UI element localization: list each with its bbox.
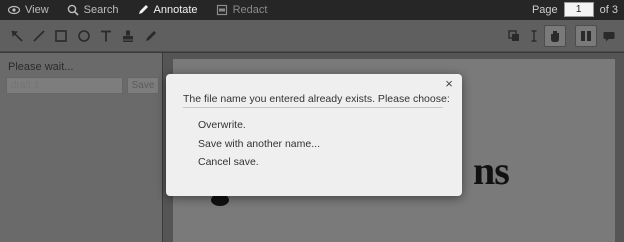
menu-search-label: Search (83, 4, 119, 16)
annotation-toolbar (0, 20, 624, 52)
overwrite-option[interactable]: Overwrite. (198, 119, 246, 131)
menu-annotate[interactable]: Annotate (137, 4, 198, 16)
app-window: View Search Annotate Redact Page of 3 (0, 0, 624, 242)
pencil-icon (138, 5, 148, 14)
line-icon[interactable] (30, 27, 48, 45)
menu-view[interactable]: View (8, 4, 49, 16)
stamp-icon[interactable] (119, 27, 137, 45)
menu-search[interactable]: Search (67, 4, 119, 16)
page-number-input[interactable] (563, 2, 594, 17)
save-button[interactable]: Save (127, 77, 159, 94)
ellipse-icon[interactable] (75, 27, 93, 45)
left-panel: Please wait... Save (0, 53, 162, 242)
filename-input[interactable] (6, 77, 123, 94)
menu-redact[interactable]: Redact (216, 4, 268, 16)
dialog-message: The file name you entered already exists… (183, 93, 450, 105)
menu-redact-label: Redact (232, 4, 268, 16)
search-icon (67, 4, 79, 16)
page-label: Page (531, 3, 558, 16)
status-text: Please wait... (8, 61, 74, 73)
dialog-divider (183, 107, 443, 108)
menu-view-label: View (25, 4, 49, 16)
pen-icon[interactable] (142, 27, 160, 45)
comment-icon[interactable] (598, 25, 620, 47)
copy-icon[interactable] (503, 25, 525, 47)
text-cursor-icon[interactable] (523, 25, 545, 47)
page-total: of 3 (599, 3, 618, 16)
columns-icon[interactable] (575, 25, 597, 47)
rectangle-icon[interactable] (52, 27, 70, 45)
top-menu-bar: View Search Annotate Redact Page of 3 (0, 0, 624, 20)
save-as-option[interactable]: Save with another name... (198, 138, 320, 150)
close-icon[interactable]: × (442, 77, 456, 91)
document-heading-text: ns (473, 148, 510, 193)
text-icon[interactable] (97, 27, 115, 45)
hand-icon[interactable] (544, 25, 566, 47)
eye-icon (8, 5, 20, 15)
page-navigator: Page of 3 (532, 2, 618, 17)
select-arrow-icon[interactable] (8, 27, 26, 45)
cancel-save-option[interactable]: Cancel save. (198, 156, 259, 168)
file-exists-dialog: × The file name you entered already exis… (166, 74, 462, 196)
menu-annotate-label: Annotate (153, 4, 198, 16)
redact-icon (216, 4, 227, 16)
